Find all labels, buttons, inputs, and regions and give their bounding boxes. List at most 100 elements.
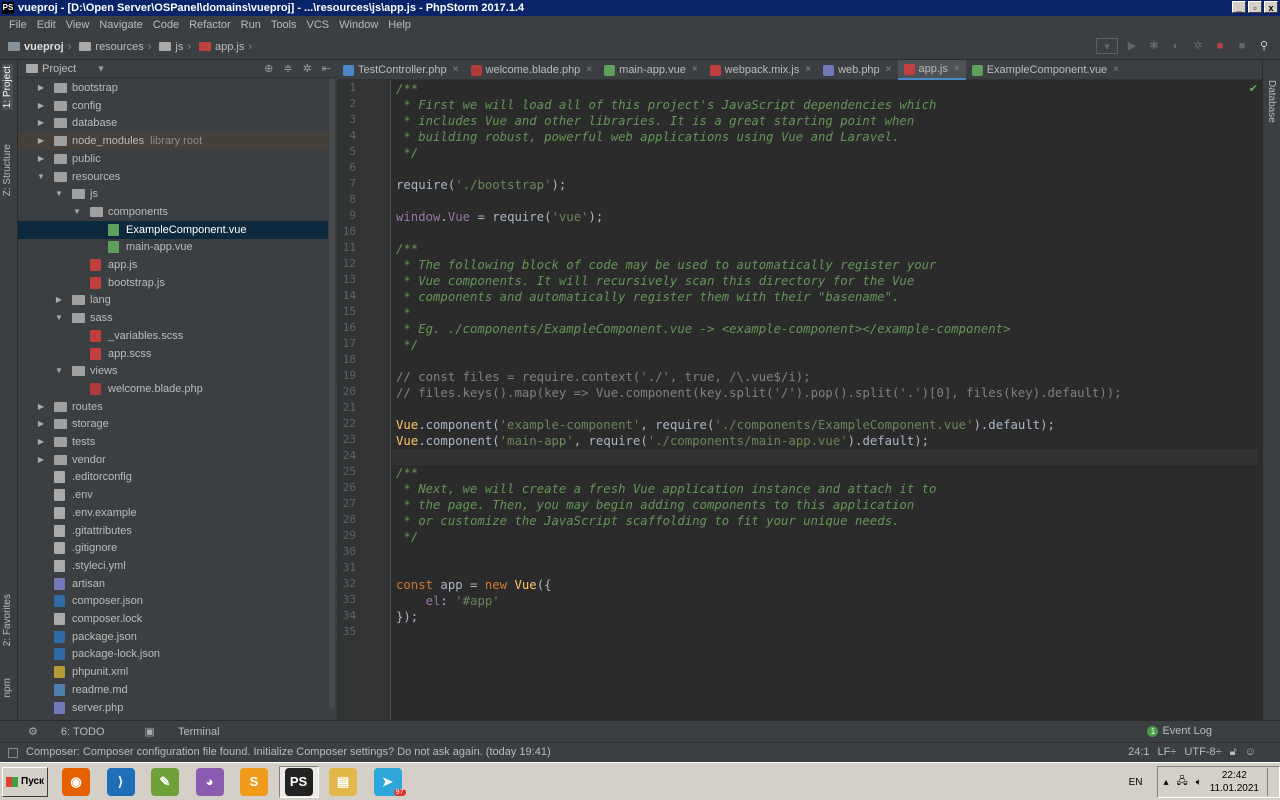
tree-item[interactable]: .editorconfig: [18, 468, 328, 486]
tab-project[interactable]: 1: Project: [2, 64, 13, 111]
tree-item[interactable]: readme.md: [18, 681, 328, 699]
tree-item[interactable]: ▶ storage: [18, 415, 328, 433]
restore-button[interactable]: ▫: [1248, 1, 1262, 13]
firefox-taskbar-button[interactable]: ◉: [56, 766, 96, 798]
code-line[interactable]: * First we will load all of this project…: [396, 97, 936, 113]
telegram-taskbar-button[interactable]: ➤ 97: [368, 766, 408, 798]
tree-item[interactable]: app.js: [18, 256, 328, 274]
editor-tab[interactable]: TestController.php ×: [337, 60, 465, 80]
tree-item[interactable]: server.php: [18, 699, 328, 717]
tree-item[interactable]: ▶ public: [18, 150, 328, 168]
tab-database[interactable]: Database: [1266, 80, 1277, 123]
tree-item[interactable]: ExampleComponent.vue: [18, 220, 328, 239]
tree-item[interactable]: package-lock.json: [18, 645, 328, 663]
chevron-right-icon[interactable]: ▶: [36, 451, 46, 469]
code-line[interactable]: // files.keys().map(key => Vue.component…: [396, 385, 1122, 401]
volume-icon[interactable]: 🔈︎: [1196, 777, 1202, 788]
tree-item[interactable]: main-app.vue: [18, 238, 328, 256]
editor-tab[interactable]: web.php ×: [817, 60, 897, 80]
stop-gray-icon[interactable]: ■: [1234, 38, 1250, 54]
github-taskbar-button[interactable]: ◕: [190, 766, 230, 798]
tree-item[interactable]: .styleci.yml: [18, 557, 328, 575]
lock-icon[interactable]: 🔓︎: [1230, 743, 1237, 762]
vscode-taskbar-button[interactable]: ⟩: [101, 766, 141, 798]
tree-item[interactable]: artisan: [18, 575, 328, 593]
file-encoding[interactable]: UTF-8÷: [1184, 743, 1221, 762]
show-desktop-button[interactable]: [1267, 768, 1273, 796]
notepad-taskbar-button[interactable]: ✎: [145, 766, 185, 798]
close-tab-icon[interactable]: ×: [586, 60, 592, 80]
chevron-down-icon[interactable]: ▾: [98, 62, 104, 75]
profile-icon[interactable]: ✲: [1190, 38, 1206, 54]
tree-item[interactable]: ▶ lang: [18, 291, 328, 309]
tree-item[interactable]: ▶ node_modules library root: [18, 132, 328, 151]
tree-item[interactable]: ▶ routes: [18, 398, 328, 416]
code-line[interactable]: * building robust, powerful web applicat…: [396, 129, 899, 145]
tab-event-log[interactable]: 1 Event Log: [1147, 725, 1232, 737]
tree-item[interactable]: ▼ views: [18, 362, 328, 380]
editor-tab[interactable]: main-app.vue ×: [598, 60, 704, 80]
code-line[interactable]: // const files = require.context('./', t…: [396, 369, 811, 385]
sublime-taskbar-button[interactable]: S: [234, 766, 274, 798]
code-line[interactable]: });: [396, 609, 418, 625]
code-line[interactable]: * Next, we will create a fresh Vue appli…: [396, 481, 936, 497]
tree-item[interactable]: ▶ config: [18, 97, 328, 115]
coverage-icon[interactable]: ◐: [1168, 38, 1184, 54]
code-line[interactable]: /**: [396, 81, 418, 97]
tree-item[interactable]: ▶ database: [18, 114, 328, 132]
close-tab-icon[interactable]: ×: [805, 60, 811, 80]
tree-item[interactable]: welcome.blade.php: [18, 380, 328, 398]
tree-item[interactable]: package.json: [18, 628, 328, 646]
tab-todo[interactable]: ⚙ 6: TODO: [28, 725, 125, 738]
menu-vcs[interactable]: VCS: [302, 19, 335, 31]
chevron-down-icon[interactable]: ▼: [54, 185, 64, 203]
chevron-down-icon[interactable]: ▼: [72, 203, 82, 221]
clock[interactable]: 22:42 11.01.2021: [1210, 769, 1259, 795]
tree-item[interactable]: ▼ resources: [18, 168, 328, 186]
editor-tab[interactable]: webpack.mix.js ×: [704, 60, 817, 80]
menu-file[interactable]: File: [4, 19, 32, 31]
code-line[interactable]: Vue.component('main-app', require('./com…: [396, 433, 929, 449]
close-tab-icon[interactable]: ×: [1113, 60, 1119, 80]
minimize-button[interactable]: _: [1232, 1, 1246, 13]
code-line[interactable]: */: [396, 337, 418, 353]
editor-tab[interactable]: ExampleComponent.vue ×: [966, 60, 1125, 80]
chevron-down-icon[interactable]: ▼: [54, 309, 64, 327]
close-tab-icon[interactable]: ×: [692, 60, 698, 80]
code-line[interactable]: /**: [396, 465, 418, 481]
run-icon[interactable]: ▶: [1124, 38, 1140, 54]
tree-item[interactable]: composer.lock: [18, 610, 328, 628]
breadcrumb-file[interactable]: app.js ›: [199, 41, 256, 53]
chevron-right-icon[interactable]: ▶: [36, 132, 46, 150]
menu-refactor[interactable]: Refactor: [184, 19, 236, 31]
code-line[interactable]: * components and automatically register …: [396, 289, 899, 305]
chevron-right-icon[interactable]: ▶: [36, 97, 46, 115]
phpstorm-taskbar-button[interactable]: PS: [278, 766, 319, 798]
tree-item[interactable]: composer.json: [18, 592, 328, 610]
breadcrumb-resources[interactable]: resources ›: [79, 41, 155, 53]
code-line[interactable]: * The following block of code may be use…: [396, 257, 936, 273]
code-line[interactable]: *: [396, 305, 410, 321]
chevron-right-icon[interactable]: ▶: [36, 150, 46, 168]
tree-item[interactable]: .gitignore: [18, 539, 328, 557]
tree-scrollbar[interactable]: [329, 78, 335, 708]
chevron-right-icon[interactable]: ▶: [36, 79, 46, 97]
menu-tools[interactable]: Tools: [266, 19, 302, 31]
code-line[interactable]: */: [396, 145, 418, 161]
tree-item[interactable]: ▶ tests: [18, 433, 328, 451]
code-line[interactable]: * Eg. ./components/ExampleComponent.vue …: [396, 321, 1010, 337]
tree-item[interactable]: ▶ vendor: [18, 451, 328, 469]
menu-navigate[interactable]: Navigate: [94, 19, 147, 31]
menu-view[interactable]: View: [61, 19, 95, 31]
code-line[interactable]: * includes Vue and other libraries. It i…: [396, 113, 914, 129]
tray-arrow-icon[interactable]: ▴: [1164, 777, 1169, 788]
start-button[interactable]: Пуск: [2, 767, 48, 797]
chevron-right-icon[interactable]: ▶: [36, 415, 46, 433]
menu-window[interactable]: Window: [334, 19, 383, 31]
tab-structure[interactable]: Z: Structure: [2, 144, 13, 196]
tab-terminal[interactable]: ▣ Terminal: [145, 725, 240, 738]
tree-item[interactable]: ▼ js: [18, 185, 328, 203]
debug-icon[interactable]: ✱: [1146, 38, 1162, 54]
tree-item[interactable]: .env.example: [18, 504, 328, 522]
chevron-right-icon[interactable]: ▶: [36, 433, 46, 451]
